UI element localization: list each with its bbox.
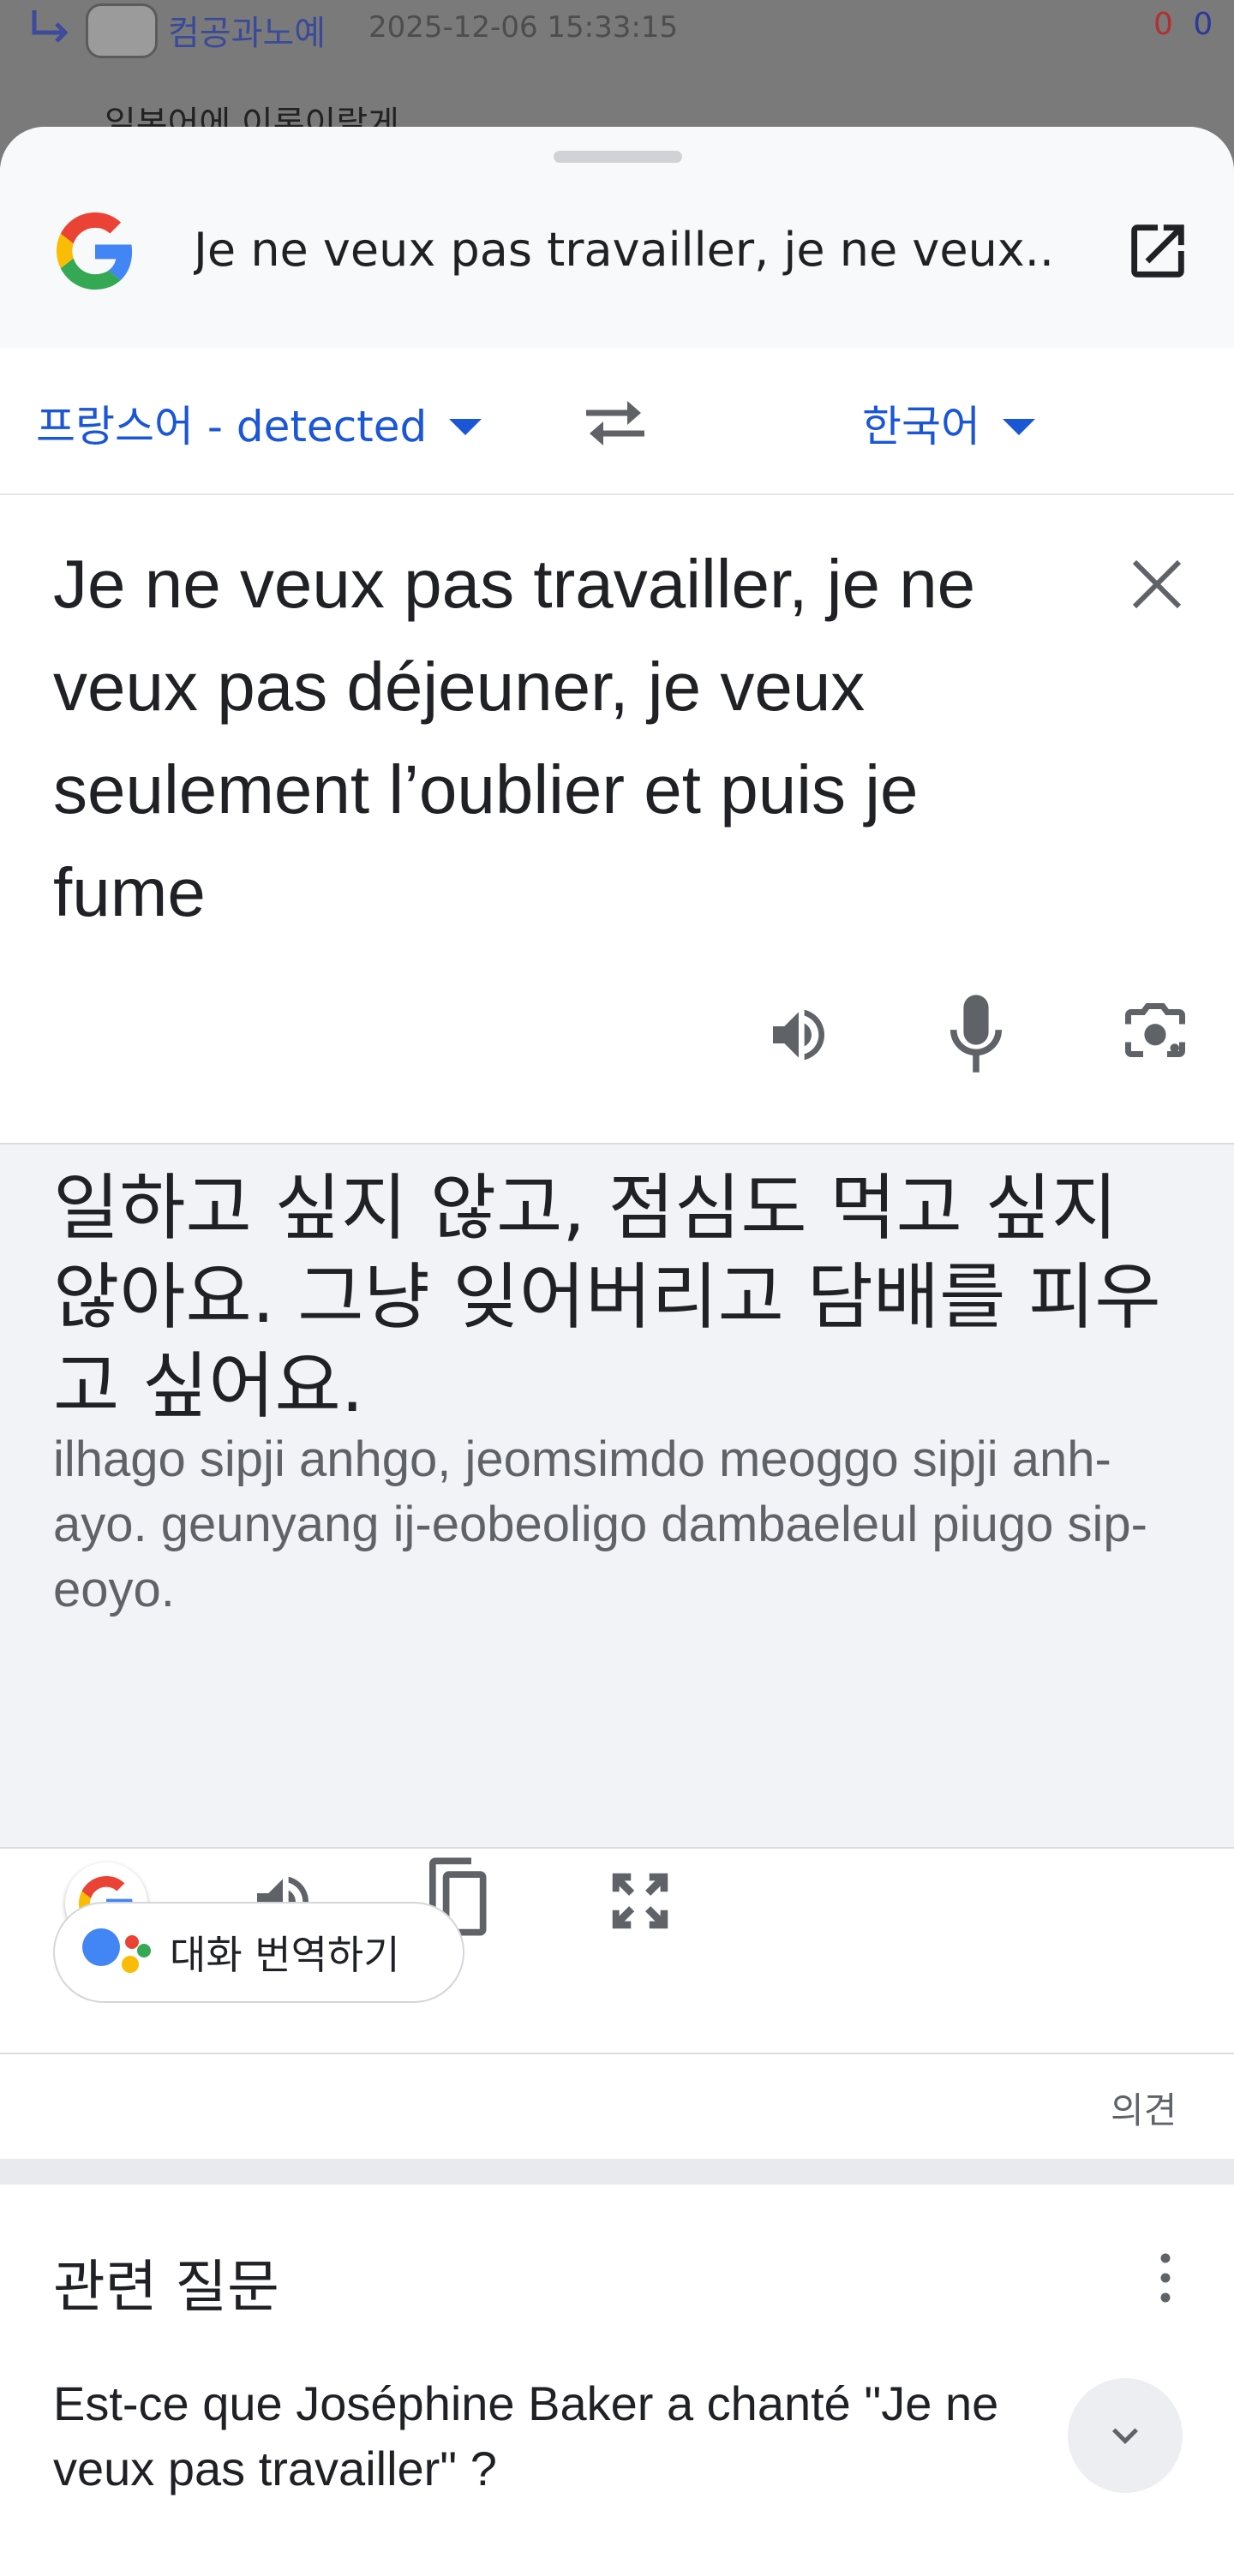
section-gap — [0, 2159, 1234, 2185]
vote-counts: 0 0 — [1153, 7, 1213, 42]
google-translate-sheet: Je ne veux pas travailler, je ne veux...… — [0, 127, 1234, 2576]
target-language-label: 한국어 — [862, 402, 980, 451]
assistant-icon — [79, 1918, 156, 1987]
source-text[interactable]: Je ne veux pas travailler, je ne veux pa… — [53, 533, 1013, 944]
caret-down-icon — [449, 418, 482, 435]
translation-text: 일하고 싶지 않고, 점심도 먹고 싶지 않아요. 그냥 잊어버리고 담배를 피… — [53, 1166, 1161, 1428]
conversation-translate-label: 대화 번역하기 — [170, 1932, 400, 1978]
language-bar: 프랑스어 - detected 한국어 — [0, 348, 1234, 495]
caret-down-icon — [1003, 418, 1035, 435]
source-language-label: 프랑스어 - detected — [36, 402, 428, 451]
feedback-link[interactable]: 의견 — [1111, 2082, 1177, 2134]
target-language-dropdown[interactable]: 한국어 — [862, 392, 1035, 454]
swap-icon[interactable] — [579, 392, 651, 452]
divider — [0, 2053, 1234, 2054]
header-query[interactable]: Je ne veux pas travailler, je ne veux... — [194, 223, 1051, 277]
romanization-text: ilhago sipji anhgo, jeomsimdo meoggo sip… — [53, 1431, 1147, 1617]
conversation-translate-button[interactable]: 대화 번역하기 — [53, 1902, 464, 2003]
related-question-item[interactable]: Est-ce que Joséphine Baker a chanté "Je … — [53, 2371, 1039, 2501]
more-vert-icon[interactable] — [1148, 2248, 1183, 2308]
downvote-count: 0 — [1193, 7, 1213, 42]
comment-author: 컴공과노예 — [168, 14, 326, 53]
close-icon[interactable] — [1129, 557, 1184, 612]
reply-arrow-icon — [32, 10, 69, 43]
sheet-header: Je ne veux pas travailler, je ne veux... — [0, 127, 1234, 350]
avatar — [86, 3, 158, 58]
source-text-area[interactable]: Je ne veux pas travailler, je ne veux pa… — [0, 495, 1234, 1145]
mic-icon[interactable] — [946, 992, 1006, 1078]
drag-handle[interactable] — [554, 151, 682, 163]
source-language-dropdown[interactable]: 프랑스어 - detected — [36, 392, 482, 454]
speaker-icon[interactable] — [756, 1001, 842, 1069]
related-questions-title: 관련 질문 — [53, 2254, 279, 2320]
camera-lens-icon[interactable] — [1119, 997, 1191, 1069]
chevron-down-icon — [1112, 2428, 1138, 2444]
google-g-icon — [57, 212, 133, 290]
fullscreen-icon[interactable] — [603, 1864, 677, 1938]
expand-question-button[interactable] — [1068, 2378, 1183, 2493]
upvote-count: 0 — [1153, 7, 1173, 42]
open-in-new-icon[interactable] — [1123, 216, 1193, 286]
comment-date: 2025-12-06 15:33:15 — [368, 10, 679, 45]
translation-area: 일하고 싶지 않고, 점심도 먹고 싶지 않아요. 그냥 잊어버리고 담배를 피… — [0, 1145, 1234, 1849]
